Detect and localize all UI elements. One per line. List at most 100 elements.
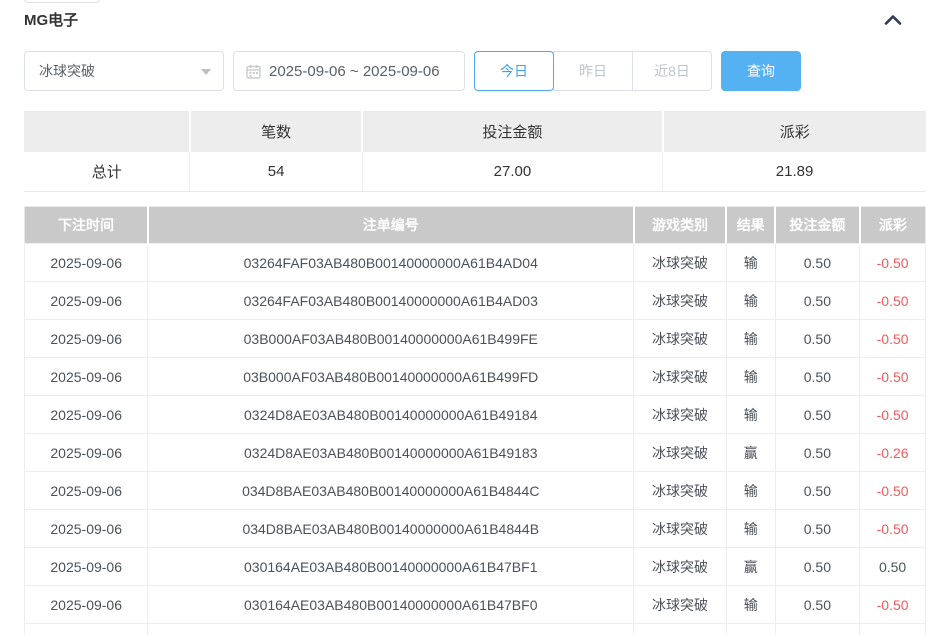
summary-header-count: 笔数 — [190, 112, 362, 152]
table-row: 2025-09-06 03264FAF03AB480B00140000000A6… — [25, 244, 926, 282]
page-title: MG电子 — [24, 9, 78, 30]
col-header-result: 结果 — [726, 207, 775, 244]
bet-id: 0324D8AE03AB480B00140000000A61B49184 — [148, 396, 634, 434]
bet-payout: -0.50 — [860, 624, 926, 635]
bet-game-type: 冰球突破 — [634, 358, 727, 396]
bet-game-type: 冰球突破 — [634, 586, 727, 624]
bet-date: 2025-09-06 — [25, 282, 148, 320]
table-row: 2025-09-06 03B000AF03AB480B00140000000A6… — [25, 320, 926, 358]
bet-result: 输 — [726, 358, 775, 396]
bet-payout: -0.50 — [860, 358, 926, 396]
bet-table-header-row: 下注时间 注单编号 游戏类别 结果 投注金额 派彩 — [25, 207, 926, 244]
panel-header: MG电子 — [24, 0, 926, 30]
bet-payout: 0.50 — [860, 548, 926, 586]
bet-amount: 0.50 — [775, 244, 860, 282]
table-row: 2025-09-06 034D8BAE03AB480B00140000000A6… — [25, 472, 926, 510]
bet-payout: -0.50 — [860, 282, 926, 320]
bet-date: 2025-09-06 — [25, 624, 148, 635]
bet-result: 输 — [726, 586, 775, 624]
bet-date: 2025-09-06 — [25, 244, 148, 282]
bet-amount: 0.50 — [775, 396, 860, 434]
bet-amount: 0.50 — [775, 510, 860, 548]
quick-last8days-button[interactable]: 近8日 — [632, 51, 712, 91]
col-header-bet-time: 下注时间 — [25, 207, 148, 244]
bet-table-body: 2025-09-06 03264FAF03AB480B00140000000A6… — [25, 244, 926, 635]
bet-payout: -0.50 — [860, 244, 926, 282]
bet-amount: 0.50 — [775, 548, 860, 586]
bet-result: 输 — [726, 244, 775, 282]
bet-game-type: 冰球突破 — [634, 510, 727, 548]
bet-records-table: 下注时间 注单编号 游戏类别 结果 投注金额 派彩 2025-09-06 032… — [24, 206, 926, 635]
bet-id: 034D8BAE03AB480B00140000000A61B4844B — [148, 510, 634, 548]
bet-amount: 0.50 — [775, 320, 860, 358]
bet-game-type: 冰球突破 — [634, 548, 727, 586]
quick-yesterday-button[interactable]: 昨日 — [553, 51, 633, 91]
summary-header-empty — [24, 112, 190, 152]
bet-amount: 0.50 — [775, 586, 860, 624]
bet-amount: 0.50 — [775, 434, 860, 472]
bet-result: 输 — [726, 510, 775, 548]
summary-total-row: 总计 54 27.00 21.89 — [24, 152, 926, 192]
bet-game-type: 冰球突破 — [634, 472, 727, 510]
col-header-game-type: 游戏类别 — [634, 207, 727, 244]
table-row: 2025-09-06 030164AE03AB480B00140000000A6… — [25, 548, 926, 586]
bet-payout: -0.50 — [860, 320, 926, 358]
bet-date: 2025-09-06 — [25, 434, 148, 472]
bet-date: 2025-09-06 — [25, 358, 148, 396]
bet-id: 03B000AF03AB480B00140000000A61B499FE — [148, 320, 634, 358]
summary-header-payout: 派彩 — [663, 112, 926, 152]
quick-date-group: 今日 昨日 近8日 — [474, 51, 712, 91]
col-header-payout: 派彩 — [860, 207, 926, 244]
bet-amount: 0.50 — [775, 282, 860, 320]
bet-amount: 0.50 — [775, 358, 860, 396]
collapse-button[interactable] — [882, 12, 904, 28]
bet-date: 2025-09-06 — [25, 320, 148, 358]
game-select[interactable]: 冰球突破 — [24, 51, 224, 91]
col-header-bet-amount: 投注金额 — [775, 207, 860, 244]
summary-total-payout: 21.89 — [663, 152, 926, 192]
bet-date: 2025-09-06 — [25, 472, 148, 510]
bet-payout: -0.26 — [860, 434, 926, 472]
bet-payout: -0.50 — [860, 586, 926, 624]
table-row: 2025-09-06 0324D8AE03AB480B00140000000A6… — [25, 396, 926, 434]
bet-id: 03264FAF03AB480B00140000000A61B4AD03 — [148, 282, 634, 320]
bet-game-type: 冰球突破 — [634, 244, 727, 282]
date-range-input[interactable]: 2025-09-06 ~ 2025-09-06 — [233, 51, 465, 91]
bet-payout: -0.50 — [860, 396, 926, 434]
bet-result: 赢 — [726, 434, 775, 472]
chevron-up-icon — [884, 14, 902, 26]
bet-result: 输 — [726, 624, 775, 635]
date-range-value: 2025-09-06 ~ 2025-09-06 — [269, 63, 440, 80]
summary-total-label: 总计 — [24, 152, 190, 192]
summary-total-bet-amount: 27.00 — [362, 152, 662, 192]
table-row: 2025-09-06 034D8BAE03AB480B00140000000A6… — [25, 510, 926, 548]
bet-amount: 0.50 — [775, 472, 860, 510]
bet-id: 0324D8AE03AB480B00140000000A61B49183 — [148, 434, 634, 472]
bet-result: 输 — [726, 320, 775, 358]
game-records-panel: MG电子 冰球突破 — [0, 0, 950, 635]
col-header-bet-id: 注单编号 — [148, 207, 634, 244]
table-row: 2025-09-06 0324D8AE03AB480B00140000000A6… — [25, 434, 926, 472]
summary-total-count: 54 — [190, 152, 362, 192]
query-button[interactable]: 查询 — [721, 51, 801, 91]
bet-game-type: 冰球突破 — [634, 396, 727, 434]
game-select-value: 冰球突破 — [39, 61, 95, 81]
bet-date: 2025-09-06 — [25, 548, 148, 586]
bet-id: 0301644E03AB480B00140000000A61B47B55 — [148, 624, 634, 635]
table-row: 2025-09-06 0301644E03AB480B00140000000A6… — [25, 624, 926, 635]
bet-result: 输 — [726, 396, 775, 434]
bet-result: 输 — [726, 282, 775, 320]
bet-payout: -0.50 — [860, 472, 926, 510]
bet-game-type: 冰球突破 — [634, 624, 727, 635]
bet-id: 03264FAF03AB480B00140000000A61B4AD04 — [148, 244, 634, 282]
summary-header-bet-amount: 投注金额 — [362, 112, 662, 152]
bet-amount: 0.50 — [775, 624, 860, 635]
bet-result: 输 — [726, 472, 775, 510]
bet-game-type: 冰球突破 — [634, 320, 727, 358]
bet-id: 03B000AF03AB480B00140000000A61B499FD — [148, 358, 634, 396]
bet-date: 2025-09-06 — [25, 586, 148, 624]
quick-today-button[interactable]: 今日 — [474, 51, 554, 91]
clipped-scroll-artifact — [24, 0, 100, 3]
bet-date: 2025-09-06 — [25, 396, 148, 434]
bet-date: 2025-09-06 — [25, 510, 148, 548]
